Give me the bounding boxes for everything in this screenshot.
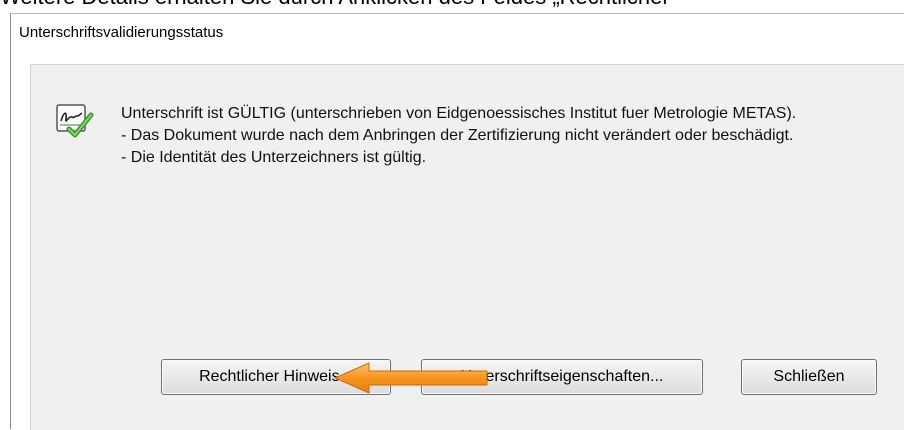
dialog-title: Unterschriftsvalidierungsstatus bbox=[19, 24, 224, 41]
message-line-status: Unterschrift ist GÜLTIG (unterschrieben … bbox=[121, 105, 797, 122]
message-line-identity: - Die Identität des Unterzeichners ist g… bbox=[121, 149, 427, 166]
instruction-caption: Weitere Details erhalten Sie durch Ankli… bbox=[0, 0, 904, 8]
validation-message: Unterschrift ist GÜLTIG (unterschrieben … bbox=[121, 103, 861, 169]
message-line-integrity: - Das Dokument wurde nach dem Anbringen … bbox=[121, 127, 794, 144]
annotation-arrow-icon bbox=[333, 362, 488, 394]
signature-valid-icon bbox=[56, 104, 94, 138]
dialog-content-panel: Unterschrift ist GÜLTIG (unterschrieben … bbox=[30, 64, 904, 430]
signature-validation-dialog: Unterschriftsvalidierungsstatus Untersch… bbox=[10, 13, 904, 430]
close-button[interactable]: Schließen bbox=[741, 359, 877, 395]
